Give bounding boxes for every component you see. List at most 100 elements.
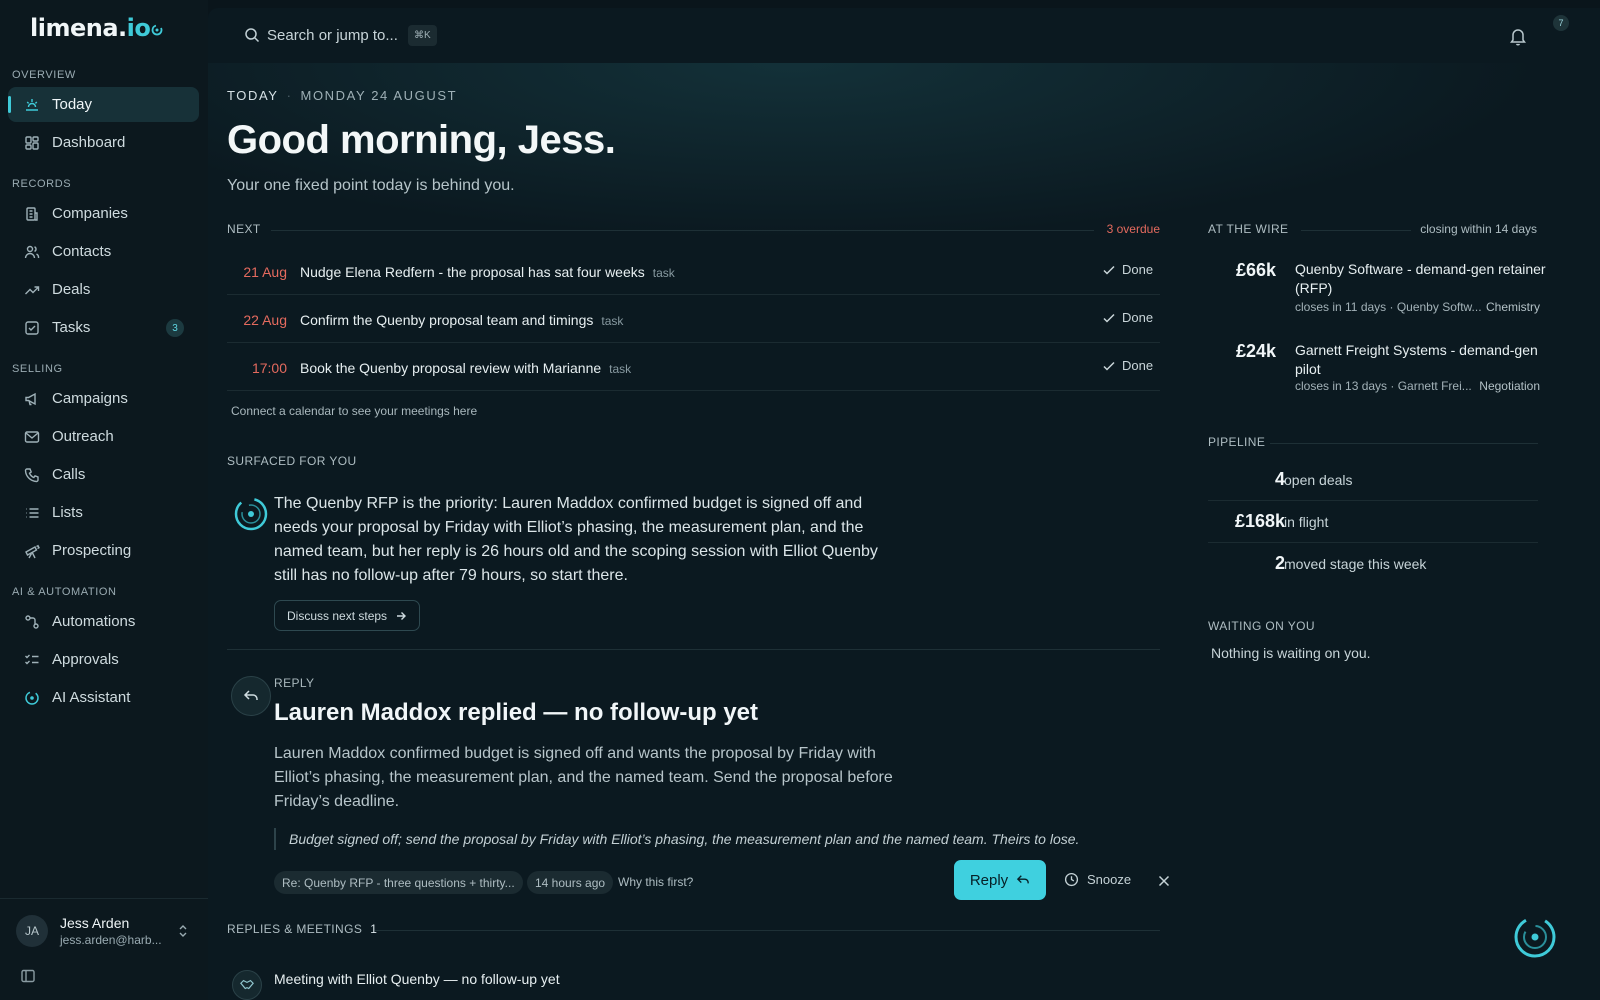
chevron-up-down-icon [179, 925, 187, 937]
task-row[interactable]: 17:00 Book the Quenby proposal review wi… [227, 344, 1160, 391]
pipeline-row: 2 moved stage this week [1208, 543, 1538, 585]
deal-stage: Negotiation [1479, 379, 1540, 393]
sidebar-item-outreach[interactable]: Outreach [8, 419, 199, 454]
reply-button[interactable]: Reply [954, 860, 1046, 900]
mail-icon [24, 430, 40, 443]
done-label: Done [1122, 358, 1154, 373]
check-icon [1103, 313, 1115, 323]
task-date: 21 Aug [243, 264, 287, 280]
reply-type-icon [231, 676, 271, 716]
snooze-button[interactable]: Snooze [1064, 872, 1131, 887]
reply-icon [1017, 875, 1030, 884]
topbar: Search or jump to... ⌘K 7 [208, 8, 1600, 64]
calendar-hint[interactable]: Connect a calendar to see your meetings … [231, 404, 477, 418]
sidebar-item-calls[interactable]: Calls [8, 457, 199, 492]
button-label: Discuss next steps [287, 608, 388, 623]
why-this-first-link[interactable]: Why this first? [618, 875, 693, 889]
notification-badge: 7 [1553, 15, 1569, 31]
search-input[interactable]: Search or jump to... [267, 27, 398, 44]
closing-window-label: closing within 14 days [1420, 222, 1537, 236]
sidebar-item-campaigns[interactable]: Campaigns [8, 381, 199, 416]
deal-amount: £66k [1235, 260, 1276, 280]
search-icon[interactable] [244, 27, 260, 43]
sidebar-item-automations[interactable]: Automations [8, 604, 199, 639]
sidebar-item-label: Calls [52, 466, 86, 483]
sidebar-item-tasks[interactable]: Tasks 3 [8, 310, 199, 345]
reply-summary: Lauren Maddox confirmed budget is signed… [274, 745, 893, 810]
phone-icon [24, 467, 39, 482]
user-menu[interactable]: JA Jess Arden jess.arden@harb... [0, 898, 208, 954]
building-icon [26, 206, 38, 221]
bell-icon[interactable] [1509, 26, 1527, 46]
next-heading: NEXT [227, 222, 261, 236]
sidebar-item-label: Automations [52, 613, 136, 630]
sidebar-item-companies[interactable]: Companies [8, 196, 199, 231]
list-icon [26, 507, 39, 518]
task-title: Nudge Elena Redfern - the proposal has s… [300, 264, 675, 280]
sidebar-item-label: Approvals [52, 651, 119, 668]
waiting-heading: WAITING ON YOU [1208, 619, 1315, 633]
card-type-label: REPLY [274, 676, 315, 690]
workflow-icon [25, 614, 39, 629]
sidebar-toggle-icon[interactable] [20, 968, 36, 984]
telescope-icon [25, 544, 40, 558]
meeting-type-icon [232, 970, 262, 1000]
dismiss-icon[interactable] [1158, 875, 1170, 887]
assistant-spiral-icon [1514, 916, 1556, 958]
sidebar-item-lists[interactable]: Lists [8, 495, 199, 530]
thread-pill[interactable]: Re: Quenby RFP - three questions + thirt… [274, 871, 523, 894]
button-label: Snooze [1087, 872, 1132, 887]
sidebar-item-label: Dashboard [52, 134, 126, 151]
section-ai: AI & AUTOMATION [12, 586, 117, 598]
done-button[interactable]: Done [1102, 310, 1153, 325]
sidebar-item-ai-assistant[interactable]: AI Assistant [8, 680, 199, 715]
pipeline-label: in flight [1284, 514, 1329, 530]
sidebar-item-contacts[interactable]: Contacts [8, 234, 199, 269]
sidebar-item-approvals[interactable]: Approvals [8, 642, 199, 677]
task-title: Confirm the Quenby proposal team and tim… [300, 312, 623, 328]
reply-icon [243, 690, 258, 700]
users-icon [24, 245, 40, 258]
logo-accent: io [126, 14, 151, 42]
sidebar-item-prospecting[interactable]: Prospecting [8, 533, 199, 568]
pipeline-row: 4 open deals [1208, 459, 1538, 501]
section-records: RECORDS [12, 178, 72, 190]
megaphone-icon [25, 392, 36, 405]
deal-title: Quenby Software - demand-gen retainer (R… [1295, 261, 1546, 296]
done-button[interactable]: Done [1102, 262, 1153, 277]
waiting-empty-state: Nothing is waiting on you. [1211, 645, 1371, 661]
task-tag: task [601, 314, 624, 328]
checklist-icon [25, 654, 39, 664]
task-tag: task [652, 266, 675, 280]
next-divider [271, 230, 1094, 231]
done-button[interactable]: Done [1102, 358, 1153, 373]
main-content: Search or jump to... ⌘K 7 TODAY · MONDAY 2… [208, 8, 1600, 1000]
task-title-text: Nudge Elena Redfern - the proposal has s… [300, 264, 645, 280]
sidebar-item-label: AI Assistant [52, 689, 131, 706]
logo[interactable]: limena. io [30, 14, 163, 42]
assistant-fab[interactable] [1513, 915, 1557, 959]
sidebar-item-label: Outreach [52, 428, 114, 445]
current-date: MONDAY 24 AUGUST [300, 88, 458, 103]
section-overview: OVERVIEW [12, 69, 76, 81]
section-divider [227, 649, 1160, 650]
sidebar-item-label: Deals [52, 281, 91, 298]
section-title: REPLIES & MEETINGS [227, 922, 363, 936]
deal-stage: Chemistry [1485, 300, 1540, 314]
task-row[interactable]: 22 Aug Confirm the Quenby proposal team … [227, 296, 1160, 343]
sidebar-item-today[interactable]: Today [8, 87, 199, 122]
search-shortcut: ⌘K [408, 25, 437, 46]
sidebar-item-label: Today [52, 96, 93, 113]
discuss-next-steps-button[interactable]: Discuss next steps [274, 600, 421, 631]
sidebar-item-dashboard[interactable]: Dashboard [8, 125, 199, 160]
task-title-text: Book the Quenby proposal review with Mar… [300, 360, 602, 376]
user-name: Jess Arden [60, 915, 130, 931]
section-count: 1 [370, 922, 378, 936]
surfaced-insight: The Quenby RFP is the priority: Lauren M… [274, 495, 878, 584]
assistant-spiral-icon [234, 497, 268, 531]
deal-item[interactable]: £66k Quenby Software - demand-gen retain… [1208, 260, 1548, 320]
meeting-item-title[interactable]: Meeting with Elliot Quenby — no follow-u… [274, 971, 560, 987]
task-row[interactable]: 21 Aug Nudge Elena Redfern - the proposa… [227, 248, 1160, 295]
sidebar-item-deals[interactable]: Deals [8, 272, 199, 307]
deal-item[interactable]: £24k Garnett Freight Systems - demand-ge… [1208, 341, 1548, 401]
